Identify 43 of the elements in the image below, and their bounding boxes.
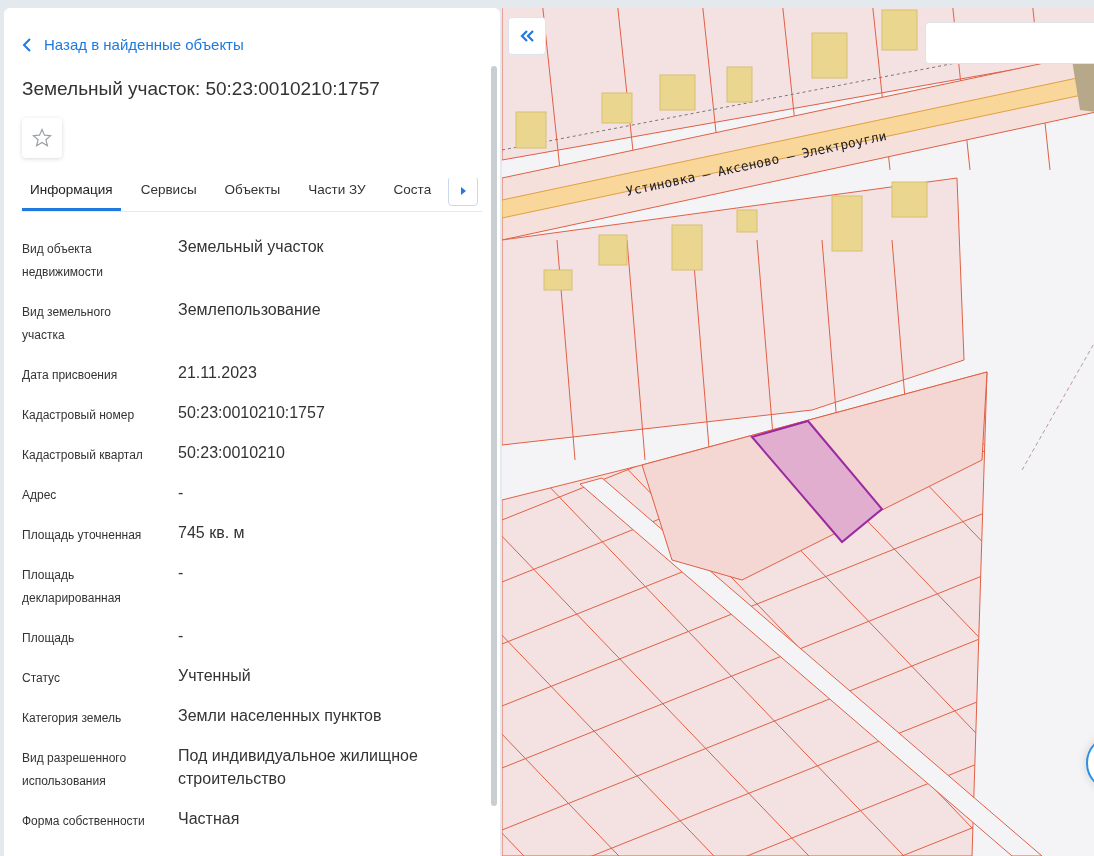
field-value: Земельный участок <box>178 236 325 257</box>
scroll-right-button[interactable] <box>448 177 478 206</box>
field-label: Дата присвоения <box>22 366 119 384</box>
field-value: Землепользование <box>178 299 322 320</box>
tab[interactable]: Объекты <box>216 177 289 211</box>
field-value: Учтенный <box>178 665 252 686</box>
triangle-right-icon <box>459 185 467 196</box>
field-value: 50:23:0010210:1757 <box>178 402 326 423</box>
field-value: - <box>178 625 185 646</box>
field-value: 21.11.2023 <box>178 362 258 383</box>
scrollbar[interactable] <box>491 66 497 806</box>
field-label: Площадь декларированная <box>22 566 122 607</box>
page-title: Земельный участок: 50:23:0010210:1757 <box>22 77 381 100</box>
field-label: Вид объекта недвижимости <box>22 240 104 281</box>
collapse-panel-button[interactable] <box>508 17 546 55</box>
field-value: Под индивидуальное жилищное строительство <box>178 745 419 789</box>
field-value: - <box>178 482 185 503</box>
tab[interactable]: Соста <box>385 177 440 211</box>
field-value: 50:23:0010210 <box>178 442 286 463</box>
double-chevron-left-icon <box>519 29 535 43</box>
field-label: Площадь <box>22 629 76 647</box>
field-value: Частная <box>178 808 241 829</box>
tab[interactable]: Информация <box>22 177 121 211</box>
field-label: Площадь уточненная <box>22 526 143 544</box>
search-field[interactable] <box>925 22 1094 64</box>
field-label: Кадастровый квартал <box>22 446 144 464</box>
field-label: Статус <box>22 669 61 687</box>
favorite-button[interactable] <box>22 117 62 158</box>
field-label: Вид земельного участка <box>22 303 112 344</box>
field-label: Вид разрешенного использования <box>22 749 128 790</box>
tab[interactable]: Сервисы <box>132 177 205 211</box>
star-icon <box>32 127 52 148</box>
chevron-left-icon <box>22 37 32 52</box>
tab[interactable]: Части ЗУ <box>300 177 374 211</box>
field-label: Форма собственности <box>22 812 146 830</box>
selected-parcel[interactable] <box>750 419 884 544</box>
field-value: Земли населенных пунктов <box>178 705 383 726</box>
field-value: 745 кв. м <box>178 522 246 543</box>
back-link[interactable]: Назад в найденные объекты <box>22 36 244 53</box>
field-label: Адрес <box>22 486 58 504</box>
field-label: Категория земель <box>22 709 123 727</box>
field-label: Кадастровый номер <box>22 406 136 424</box>
field-value: - <box>178 562 185 583</box>
